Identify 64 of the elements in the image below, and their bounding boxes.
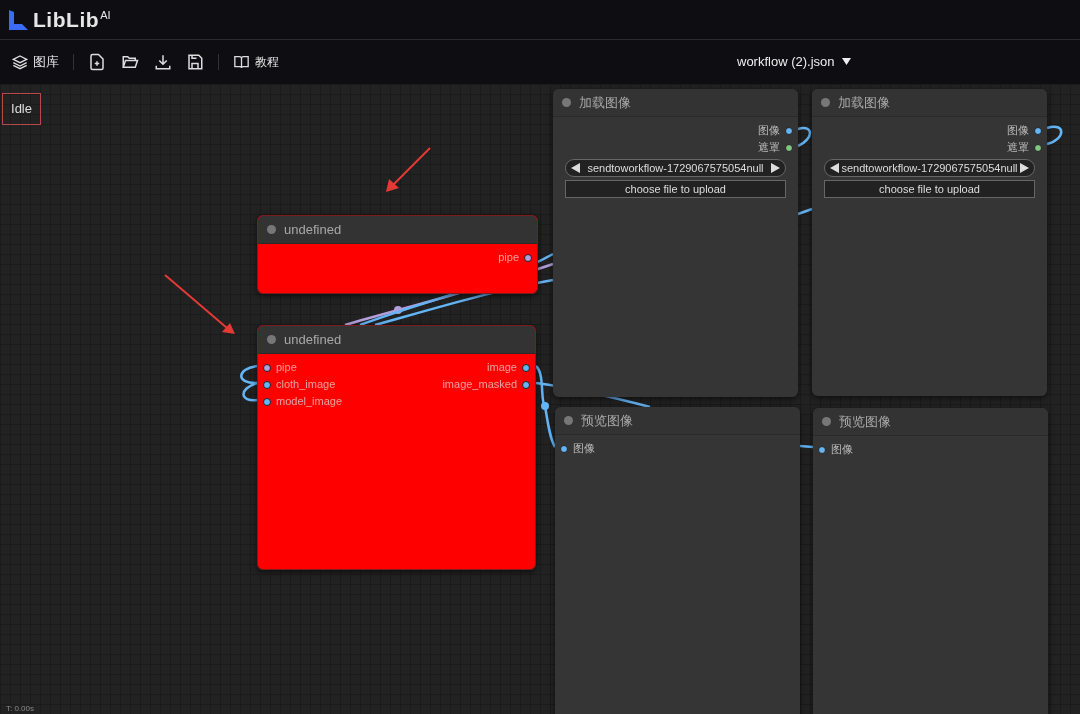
wire-handle[interactable] [394,306,402,314]
right-arrow-icon[interactable] [1020,163,1029,173]
workflow-dropdown[interactable]: workflow (2).json [737,52,851,72]
node-title: 预览图像 [839,412,891,431]
input-label: pipe [276,360,297,376]
left-arrow-icon[interactable] [571,163,580,173]
node-title: 加载图像 [579,93,631,112]
timer-text: T: 0.00s [6,705,34,713]
annotation-arrow [386,147,431,192]
output-label: 遮罩 [1007,140,1029,156]
wire-handle[interactable] [541,402,549,410]
node[interactable]: undefined pipe [257,215,538,294]
logo-suffix: AI [100,10,111,21]
node[interactable]: 预览图像 图像 [813,408,1048,714]
node-header[interactable]: 预览图像 [555,407,800,435]
output-label: 图像 [758,123,780,139]
save-icon[interactable] [186,53,204,71]
node-canvas[interactable] [0,84,1080,714]
wire [799,444,814,449]
wire [240,364,258,385]
wire [797,126,812,148]
node-header[interactable]: undefined [258,326,535,354]
node[interactable]: 加载图像 图像 遮罩 sendtoworkflow-1729067575054null choose file to upload [812,89,1047,396]
caret-icon [841,58,851,66]
node[interactable]: 加载图像 图像 遮罩 sendtoworkflow-1729067575054null choose file to upload [553,89,798,397]
output-label: 图像 [1007,123,1029,139]
logo-icon [8,8,30,31]
node-title: undefined [284,330,342,349]
file-select[interactable]: sendtoworkflow-1729067575054null [824,159,1035,177]
left-arrow-icon[interactable] [830,163,839,173]
new-file-icon[interactable] [88,53,106,71]
upload-button[interactable]: choose file to upload [824,180,1035,198]
node-header[interactable]: 加载图像 [812,89,1047,117]
node[interactable]: 预览图像 图像 [555,407,800,714]
node-header[interactable]: 加载图像 [553,89,798,117]
input-label: model_image [276,394,343,410]
book-icon [233,54,250,70]
gallery-button[interactable]: 图库 [12,52,59,72]
logo-text: LibLib [33,9,100,30]
node-title: 加载图像 [838,93,890,112]
node-header[interactable]: 预览图像 [813,408,1048,436]
input-label: cloth_image [276,377,336,393]
status-label: Idle [2,93,41,125]
input-label: 图像 [831,442,853,458]
output-label: 遮罩 [758,140,780,156]
output-label: image_masked [442,377,517,393]
node[interactable]: undefined pipe image cloth_image image_masked model_image [257,325,536,570]
folder-icon[interactable] [120,53,140,71]
right-arrow-icon[interactable] [771,163,780,173]
node-title: 预览图像 [581,411,633,430]
tutorial-button[interactable]: 教程 [233,53,279,71]
layers-icon [12,54,28,70]
output-label: pipe [498,250,519,266]
node-header[interactable]: undefined [258,216,537,244]
file-select[interactable]: sendtoworkflow-1729067575054null [565,159,786,177]
wire [1046,125,1063,146]
upload-button[interactable]: choose file to upload [565,180,786,198]
annotation-arrow [164,274,235,334]
wire [242,381,258,402]
download-icon[interactable] [154,53,172,71]
wire [797,207,813,216]
output-label: image [487,360,517,376]
input-label: 图像 [573,441,595,457]
node-title: undefined [284,220,342,239]
